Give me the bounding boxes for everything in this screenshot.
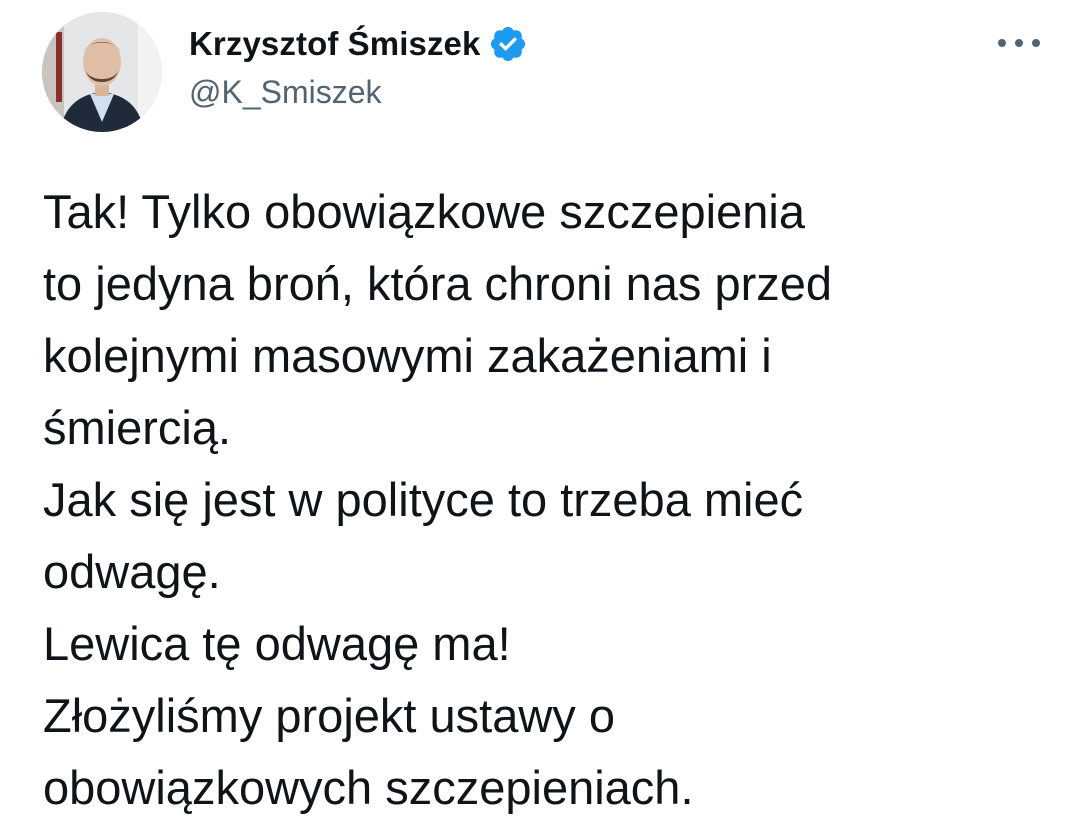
tweet: Krzysztof Śmiszek @K_Smiszek Tak! Tylko … bbox=[0, 0, 1073, 814]
tweet-text-line: obowiązkowych szczepieniach. bbox=[43, 761, 694, 814]
display-name[interactable]: Krzysztof Śmiszek bbox=[189, 25, 480, 63]
tweet-text-line: Lewica tę odwagę ma! bbox=[43, 617, 511, 670]
tweet-text-line: Tak! Tylko obowiązkowe szczepienia bbox=[43, 185, 805, 238]
dot bbox=[1015, 39, 1023, 47]
tweet-text-line: śmiercią. bbox=[43, 401, 232, 454]
dot bbox=[1032, 39, 1040, 47]
tweet-text-line: kolejnymi masowymi zakażeniami i bbox=[43, 329, 772, 382]
tweet-text-line: Złożyliśmy projekt ustawy o bbox=[43, 689, 615, 742]
avatar[interactable] bbox=[42, 12, 162, 132]
tweet-text-line: Jak się jest w polityce to trzeba mieć bbox=[43, 473, 804, 526]
user-handle[interactable]: @K_Smiszek bbox=[189, 74, 528, 111]
name-row: Krzysztof Śmiszek bbox=[189, 20, 528, 68]
dot bbox=[998, 39, 1006, 47]
avatar-image bbox=[42, 12, 162, 132]
tweet-text-line: odwagę. bbox=[43, 545, 221, 598]
verified-badge-icon bbox=[488, 24, 528, 64]
more-options-icon[interactable] bbox=[998, 28, 1040, 58]
tweet-text-line: to jedyna broń, która chroni nas przed bbox=[43, 257, 833, 310]
tweet-text: Tak! Tylko obowiązkowe szczepienia to je… bbox=[43, 176, 1053, 824]
author-block: Krzysztof Śmiszek @K_Smiszek bbox=[189, 20, 528, 111]
